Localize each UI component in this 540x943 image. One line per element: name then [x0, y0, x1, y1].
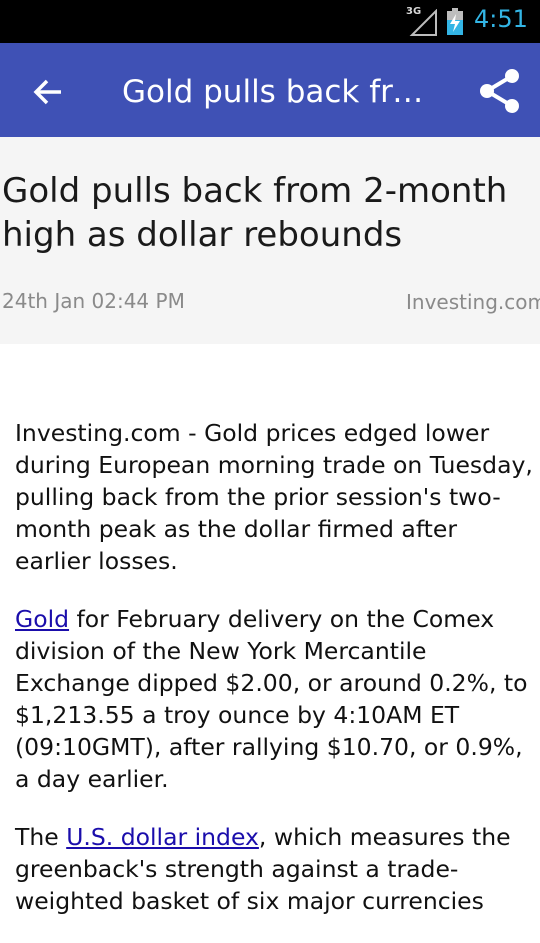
article-source: Investing.com: [406, 290, 540, 314]
gold-link[interactable]: Gold: [15, 605, 69, 633]
article-paragraph-2: Gold for February delivery on the Comex …: [15, 603, 533, 795]
share-button[interactable]: [474, 65, 526, 117]
article-paragraph-3: The U.S. dollar index, which measures th…: [15, 821, 533, 917]
app-bar: Gold pulls back from 2-month high as dol…: [0, 43, 540, 137]
arrow-back-icon: [33, 79, 61, 105]
paragraph-3-intro: The: [15, 823, 67, 851]
signal-icon: [409, 9, 437, 36]
status-bar: 3G 4:51: [0, 0, 540, 43]
app-bar-title: Gold pulls back from 2-month high as dol…: [122, 74, 442, 110]
article-header: Gold pulls back from 2-month high as dol…: [0, 137, 540, 344]
article-title: Gold pulls back from 2-month high as dol…: [2, 171, 508, 255]
article-body: Investing.com - Gold prices edged lower …: [15, 417, 533, 943]
back-button[interactable]: [26, 70, 70, 114]
share-icon: [480, 69, 519, 113]
article-date: 24th Jan 02:44 PM: [2, 289, 185, 313]
us-dollar-index-link[interactable]: U.S. dollar index: [66, 823, 259, 851]
article-paragraph-1: Investing.com - Gold prices edged lower …: [15, 419, 533, 575]
battery-charging-icon: [447, 8, 463, 35]
paragraph-2-text: for February delivery on the Comex divis…: [15, 605, 528, 793]
status-time: 4:51: [474, 5, 528, 33]
